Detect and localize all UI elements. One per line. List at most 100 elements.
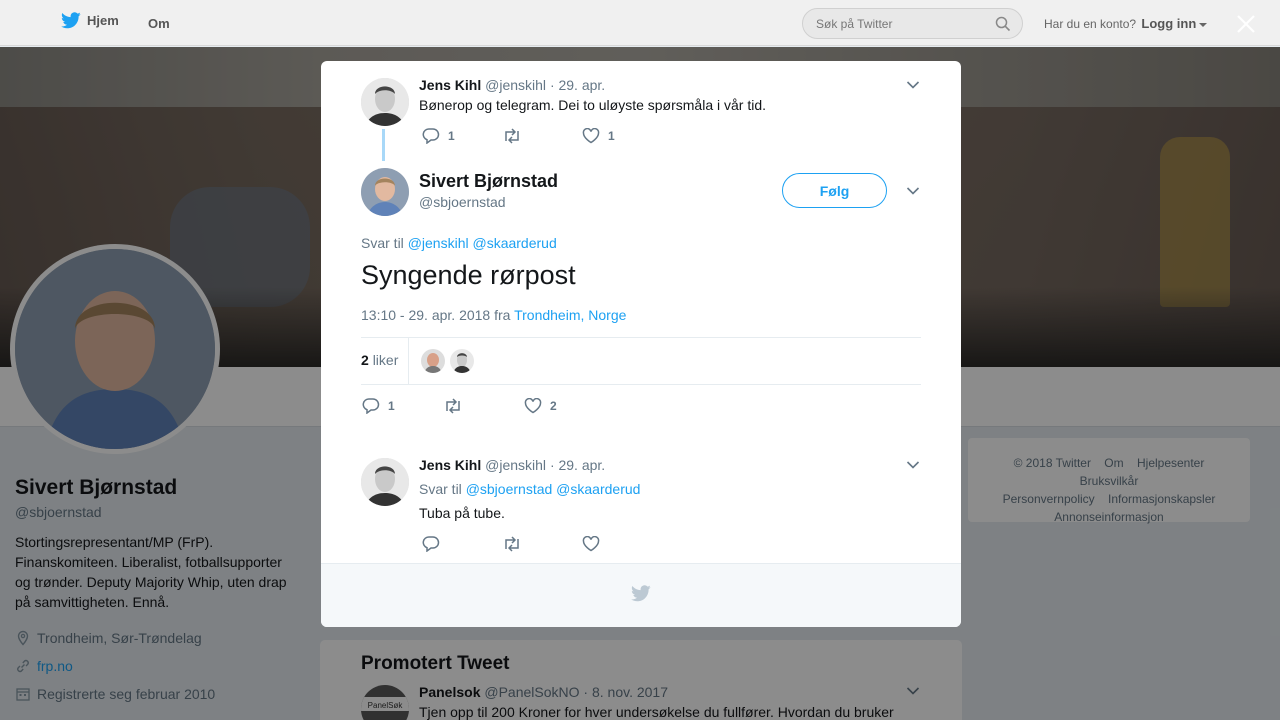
main-tweet-text: Syngende rørpost xyxy=(361,260,576,290)
footer-link-ads[interactable]: Annonseinformasjon xyxy=(1054,510,1163,524)
main-tweet-handle[interactable]: @sbjoernstad xyxy=(419,194,506,210)
parent-tweet-name[interactable]: Jens Kihl xyxy=(419,77,481,93)
avatar-portrait-icon xyxy=(361,458,409,506)
like-count: 1 xyxy=(608,128,615,143)
panelsok-logo-icon: PanelSøk xyxy=(361,685,409,720)
parent-tweet-handle[interactable]: @jenskihl xyxy=(485,77,546,93)
profile-info: Sivert Bjørnstad @sbjoernstad Stortingsr… xyxy=(15,476,295,708)
retweet-button[interactable] xyxy=(502,127,582,144)
search-box xyxy=(802,8,1023,39)
heart-icon xyxy=(582,535,600,551)
retweet-button[interactable] xyxy=(502,535,582,552)
website-link[interactable]: frp.no xyxy=(37,658,73,674)
main-tweet-name[interactable]: Sivert Bjørnstad xyxy=(419,171,558,192)
banner-figure-right xyxy=(1160,137,1230,307)
account-question: Har du en konto? xyxy=(1044,17,1137,31)
avatar[interactable] xyxy=(421,349,445,373)
profile-handle[interactable]: @sbjoernstad xyxy=(15,504,295,520)
like-button[interactable]: 1 xyxy=(582,127,662,144)
promoted-handle[interactable]: @PanelSokNO xyxy=(484,684,579,700)
footer-link-help[interactable]: Hjelpesenter xyxy=(1137,456,1204,470)
reply-tweet-handle[interactable]: @jenskihl xyxy=(485,457,546,473)
footer-link-om[interactable]: Om xyxy=(1104,456,1123,470)
likes-stat[interactable]: 2 liker xyxy=(361,352,398,368)
place-link[interactable]: Trondheim, Norge xyxy=(514,307,626,323)
promoted-tweet[interactable]: Promotert Tweet PanelSøk Panelsok @Panel… xyxy=(320,640,962,720)
reply-icon xyxy=(422,128,440,144)
avatar-portrait-icon xyxy=(361,168,409,216)
reply-prefix: Svar til xyxy=(419,481,462,497)
twitter-bird-icon xyxy=(631,585,651,602)
reply-tweet-name[interactable]: Jens Kihl xyxy=(419,457,481,473)
reply-tweet-actions xyxy=(422,535,662,552)
follow-button[interactable]: Følg xyxy=(782,173,887,208)
like-count: 2 xyxy=(550,398,557,413)
reply-tweet-date[interactable]: · 29. apr. xyxy=(550,457,605,473)
promoted-header: Panelsok @PanelSokNO · 8. nov. 2017 xyxy=(419,684,668,700)
parent-tweet-actions: 1 1 xyxy=(422,127,662,144)
reply-button[interactable] xyxy=(422,535,502,552)
like-button[interactable] xyxy=(582,535,662,552)
reply-icon xyxy=(422,536,440,552)
chevron-down-icon[interactable] xyxy=(906,186,920,196)
calendar-icon xyxy=(16,688,30,701)
divider xyxy=(361,384,921,385)
modal-footer xyxy=(321,563,961,627)
mention-link[interactable]: @skaarderud xyxy=(472,235,556,251)
parent-tweet-text: Bønerop og telegram. Dei to uløyste spør… xyxy=(419,97,767,113)
like-button[interactable]: 2 xyxy=(524,397,604,414)
avatar[interactable] xyxy=(361,168,409,216)
search-input[interactable] xyxy=(803,9,983,38)
top-navigation-bar: Hjem Om Har du en konto? Logg inn xyxy=(0,0,1280,46)
reply-icon xyxy=(362,398,380,414)
heart-icon xyxy=(524,397,542,413)
nav-home-label: Hjem xyxy=(87,13,119,28)
nav-home[interactable]: Hjem xyxy=(61,12,119,29)
profile-name[interactable]: Sivert Bjørnstad xyxy=(15,476,295,500)
thread-connector xyxy=(382,129,385,161)
mention-link[interactable]: @skaarderud xyxy=(556,481,640,497)
avatar-portrait-icon xyxy=(361,78,409,126)
promoted-text: Tjen opp til 200 Kroner for hver undersø… xyxy=(419,704,894,720)
retweet-icon xyxy=(446,397,460,414)
reply-tweet-reply-to: Svar til @sbjoernstad @skaarderud xyxy=(419,481,640,497)
reply-count: 1 xyxy=(388,398,395,413)
reply-button[interactable]: 1 xyxy=(362,397,443,414)
reply-tweet-text: Tuba på tube. xyxy=(419,505,505,521)
panelsok-logo-text: PanelSøk xyxy=(368,701,404,710)
retweet-button[interactable] xyxy=(443,397,524,414)
likers-avatars xyxy=(421,349,479,373)
avatar[interactable]: PanelSøk xyxy=(361,685,409,720)
close-icon[interactable] xyxy=(1235,13,1257,35)
heart-icon xyxy=(582,127,600,143)
promoted-title: Promotert Tweet xyxy=(361,653,510,674)
parent-tweet-date[interactable]: · 29. apr. xyxy=(550,77,605,93)
location-pin-icon xyxy=(17,630,29,646)
footer-link-terms[interactable]: Bruksvilkår xyxy=(1080,474,1139,488)
profile-avatar[interactable] xyxy=(10,244,220,454)
avatar-portrait-icon xyxy=(15,249,215,449)
avatar[interactable] xyxy=(361,458,409,506)
promoted-name[interactable]: Panelsok xyxy=(419,684,480,700)
search-icon[interactable] xyxy=(995,16,1011,32)
retweet-icon xyxy=(505,535,519,552)
avatar[interactable] xyxy=(450,349,474,373)
likes-stat-number: 2 xyxy=(361,352,369,368)
footer-link-privacy[interactable]: Personvernpolicy xyxy=(1003,492,1095,506)
chevron-down-icon[interactable] xyxy=(1199,22,1208,27)
reply-button[interactable]: 1 xyxy=(422,127,502,144)
parent-tweet-header: Jens Kihl @jenskihl · 29. apr. xyxy=(419,77,605,93)
avatar[interactable] xyxy=(361,78,409,126)
chevron-down-icon[interactable] xyxy=(906,80,920,90)
mention-link[interactable]: @jenskihl xyxy=(408,235,469,251)
chevron-down-icon[interactable] xyxy=(906,686,920,696)
profile-website: frp.no xyxy=(15,652,295,680)
chevron-down-icon[interactable] xyxy=(906,460,920,470)
nav-about[interactable]: Om xyxy=(148,16,170,31)
promoted-date[interactable]: · 8. nov. 2017 xyxy=(583,684,668,700)
divider xyxy=(361,337,921,338)
footer-link-cookies[interactable]: Informasjonskapsler xyxy=(1108,492,1215,506)
mention-link[interactable]: @sbjoernstad xyxy=(466,481,553,497)
joined-text: Registrerte seg februar 2010 xyxy=(37,686,216,702)
login-link[interactable]: Logg inn xyxy=(1141,16,1196,31)
